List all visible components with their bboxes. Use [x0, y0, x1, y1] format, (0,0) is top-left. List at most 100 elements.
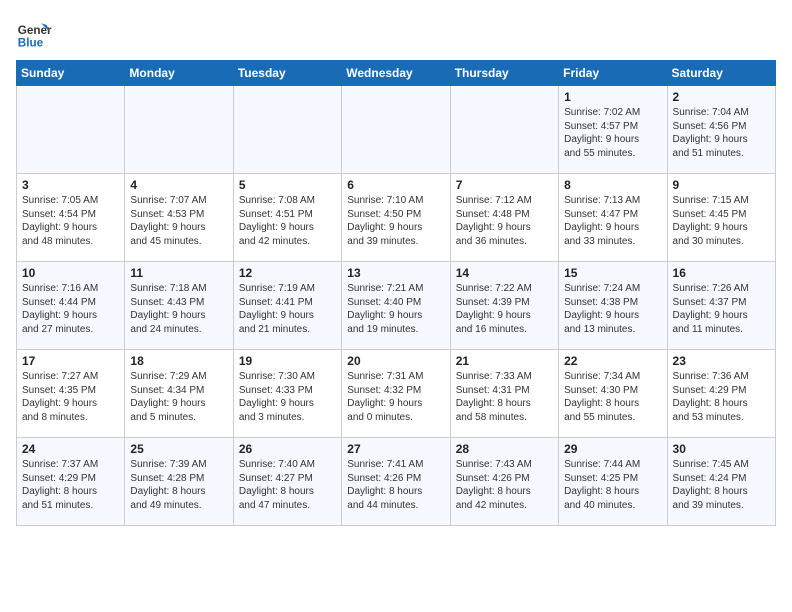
weekday-header-monday: Monday [125, 61, 233, 86]
calendar-cell: 14 Sunrise: 7:22 AMSunset: 4:39 PMDayligh… [450, 262, 558, 350]
cell-info: Sunrise: 7:15 AMSunset: 4:45 PMDaylight:… [673, 194, 770, 248]
calendar-cell: 5 Sunrise: 7:08 AMSunset: 4:51 PMDaylight… [233, 174, 341, 262]
day-number: 14 [456, 266, 553, 280]
day-number: 30 [673, 442, 770, 456]
cell-info: Sunrise: 7:07 AMSunset: 4:53 PMDaylight:… [130, 194, 227, 248]
cell-info: Sunrise: 7:19 AMSunset: 4:41 PMDaylight:… [239, 282, 336, 336]
day-number: 10 [22, 266, 119, 280]
cell-info: Sunrise: 7:08 AMSunset: 4:51 PMDaylight:… [239, 194, 336, 248]
weekday-header-tuesday: Tuesday [233, 61, 341, 86]
weekday-header-sunday: Sunday [17, 61, 125, 86]
calendar-cell: 11Sunrise: 7:18 AMSunset: 4:43 PMDayligh… [125, 262, 233, 350]
logo-icon: General Blue [16, 16, 52, 52]
day-number: 13 [347, 266, 444, 280]
calendar-cell: 9 Sunrise: 7:15 AMSunset: 4:45 PMDaylight… [667, 174, 775, 262]
day-number: 29 [564, 442, 661, 456]
calendar-cell [17, 86, 125, 174]
cell-info: Sunrise: 7:45 AMSunset: 4:24 PMDaylight:… [673, 458, 770, 512]
cell-info: Sunrise: 7:05 AMSunset: 4:54 PMDaylight:… [22, 194, 119, 248]
calendar-cell: 18 Sunrise: 7:29 AMSunset: 4:34 PMDayligh… [125, 350, 233, 438]
day-number: 23 [673, 354, 770, 368]
day-number: 12 [239, 266, 336, 280]
calendar-cell: 21 Sunrise: 7:33 AMSunset: 4:31 PMDayligh… [450, 350, 558, 438]
cell-info: Sunrise: 7:31 AMSunset: 4:32 PMDaylight:… [347, 370, 444, 424]
page-header: General Blue [16, 16, 776, 52]
day-number: 22 [564, 354, 661, 368]
calendar-cell: 22 Sunrise: 7:34 AMSunset: 4:30 PMDayligh… [559, 350, 667, 438]
calendar-cell [342, 86, 450, 174]
calendar-cell: 13 Sunrise: 7:21 AMSunset: 4:40 PMDayligh… [342, 262, 450, 350]
cell-info: Sunrise: 7:02 AMSunset: 4:57 PMDaylight:… [564, 106, 661, 160]
cell-info: Sunrise: 7:34 AMSunset: 4:30 PMDaylight:… [564, 370, 661, 424]
calendar-cell: 26 Sunrise: 7:40 AMSunset: 4:27 PMDayligh… [233, 438, 341, 526]
calendar-cell: 3 Sunrise: 7:05 AMSunset: 4:54 PMDaylight… [17, 174, 125, 262]
cell-info: Sunrise: 7:37 AMSunset: 4:29 PMDaylight:… [22, 458, 119, 512]
day-number: 15 [564, 266, 661, 280]
day-number: 27 [347, 442, 444, 456]
day-number: 26 [239, 442, 336, 456]
day-number: 2 [673, 90, 770, 104]
calendar-cell: 1Sunrise: 7:02 AMSunset: 4:57 PMDaylight… [559, 86, 667, 174]
cell-info: Sunrise: 7:39 AMSunset: 4:28 PMDaylight:… [130, 458, 227, 512]
day-number: 18 [130, 354, 227, 368]
calendar-cell: 4 Sunrise: 7:07 AMSunset: 4:53 PMDaylight… [125, 174, 233, 262]
day-number: 21 [456, 354, 553, 368]
calendar-cell: 25 Sunrise: 7:39 AMSunset: 4:28 PMDayligh… [125, 438, 233, 526]
cell-info: Sunrise: 7:18 AMSunset: 4:43 PMDaylight:… [130, 282, 227, 336]
weekday-header-wednesday: Wednesday [342, 61, 450, 86]
day-number: 16 [673, 266, 770, 280]
cell-info: Sunrise: 7:33 AMSunset: 4:31 PMDaylight:… [456, 370, 553, 424]
day-number: 17 [22, 354, 119, 368]
calendar-cell: 10 Sunrise: 7:16 AMSunset: 4:44 PMDayligh… [17, 262, 125, 350]
day-number: 24 [22, 442, 119, 456]
weekday-header-friday: Friday [559, 61, 667, 86]
calendar-cell: 20 Sunrise: 7:31 AMSunset: 4:32 PMDayligh… [342, 350, 450, 438]
day-number: 20 [347, 354, 444, 368]
day-number: 28 [456, 442, 553, 456]
cell-info: Sunrise: 7:29 AMSunset: 4:34 PMDaylight:… [130, 370, 227, 424]
cell-info: Sunrise: 7:40 AMSunset: 4:27 PMDaylight:… [239, 458, 336, 512]
cell-info: Sunrise: 7:43 AMSunset: 4:26 PMDaylight:… [456, 458, 553, 512]
cell-info: Sunrise: 7:12 AMSunset: 4:48 PMDaylight:… [456, 194, 553, 248]
cell-info: Sunrise: 7:10 AMSunset: 4:50 PMDaylight:… [347, 194, 444, 248]
calendar-cell: 12 Sunrise: 7:19 AMSunset: 4:41 PMDayligh… [233, 262, 341, 350]
calendar-cell: 2 Sunrise: 7:04 AMSunset: 4:56 PMDaylight… [667, 86, 775, 174]
calendar-cell: 7 Sunrise: 7:12 AMSunset: 4:48 PMDaylight… [450, 174, 558, 262]
calendar-cell: 23 Sunrise: 7:36 AMSunset: 4:29 PMDayligh… [667, 350, 775, 438]
calendar-cell: 17 Sunrise: 7:27 AMSunset: 4:35 PMDayligh… [17, 350, 125, 438]
calendar-cell: 30 Sunrise: 7:45 AMSunset: 4:24 PMDayligh… [667, 438, 775, 526]
cell-info: Sunrise: 7:16 AMSunset: 4:44 PMDaylight:… [22, 282, 119, 336]
cell-info: Sunrise: 7:27 AMSunset: 4:35 PMDaylight:… [22, 370, 119, 424]
calendar-cell: 27Sunrise: 7:41 AMSunset: 4:26 PMDayligh… [342, 438, 450, 526]
day-number: 5 [239, 178, 336, 192]
calendar-cell: 19Sunrise: 7:30 AMSunset: 4:33 PMDayligh… [233, 350, 341, 438]
calendar-cell [125, 86, 233, 174]
calendar-cell: 24 Sunrise: 7:37 AMSunset: 4:29 PMDayligh… [17, 438, 125, 526]
day-number: 25 [130, 442, 227, 456]
day-number: 9 [673, 178, 770, 192]
weekday-header-saturday: Saturday [667, 61, 775, 86]
cell-info: Sunrise: 7:22 AMSunset: 4:39 PMDaylight:… [456, 282, 553, 336]
cell-info: Sunrise: 7:26 AMSunset: 4:37 PMDaylight:… [673, 282, 770, 336]
cell-info: Sunrise: 7:44 AMSunset: 4:25 PMDaylight:… [564, 458, 661, 512]
day-number: 7 [456, 178, 553, 192]
cell-info: Sunrise: 7:24 AMSunset: 4:38 PMDaylight:… [564, 282, 661, 336]
calendar-cell: 16 Sunrise: 7:26 AMSunset: 4:37 PMDayligh… [667, 262, 775, 350]
cell-info: Sunrise: 7:21 AMSunset: 4:40 PMDaylight:… [347, 282, 444, 336]
day-number: 3 [22, 178, 119, 192]
svg-text:Blue: Blue [18, 37, 44, 50]
calendar-cell: 28 Sunrise: 7:43 AMSunset: 4:26 PMDayligh… [450, 438, 558, 526]
day-number: 4 [130, 178, 227, 192]
weekday-header-thursday: Thursday [450, 61, 558, 86]
cell-info: Sunrise: 7:13 AMSunset: 4:47 PMDaylight:… [564, 194, 661, 248]
calendar-cell [450, 86, 558, 174]
calendar-cell: 8 Sunrise: 7:13 AMSunset: 4:47 PMDaylight… [559, 174, 667, 262]
calendar-cell: 6Sunrise: 7:10 AMSunset: 4:50 PMDaylight… [342, 174, 450, 262]
day-number: 8 [564, 178, 661, 192]
logo: General Blue [16, 16, 56, 52]
cell-info: Sunrise: 7:30 AMSunset: 4:33 PMDaylight:… [239, 370, 336, 424]
cell-info: Sunrise: 7:36 AMSunset: 4:29 PMDaylight:… [673, 370, 770, 424]
calendar-table: SundayMondayTuesdayWednesdayThursdayFrid… [16, 60, 776, 526]
calendar-cell: 15 Sunrise: 7:24 AMSunset: 4:38 PMDayligh… [559, 262, 667, 350]
cell-info: Sunrise: 7:04 AMSunset: 4:56 PMDaylight:… [673, 106, 770, 160]
